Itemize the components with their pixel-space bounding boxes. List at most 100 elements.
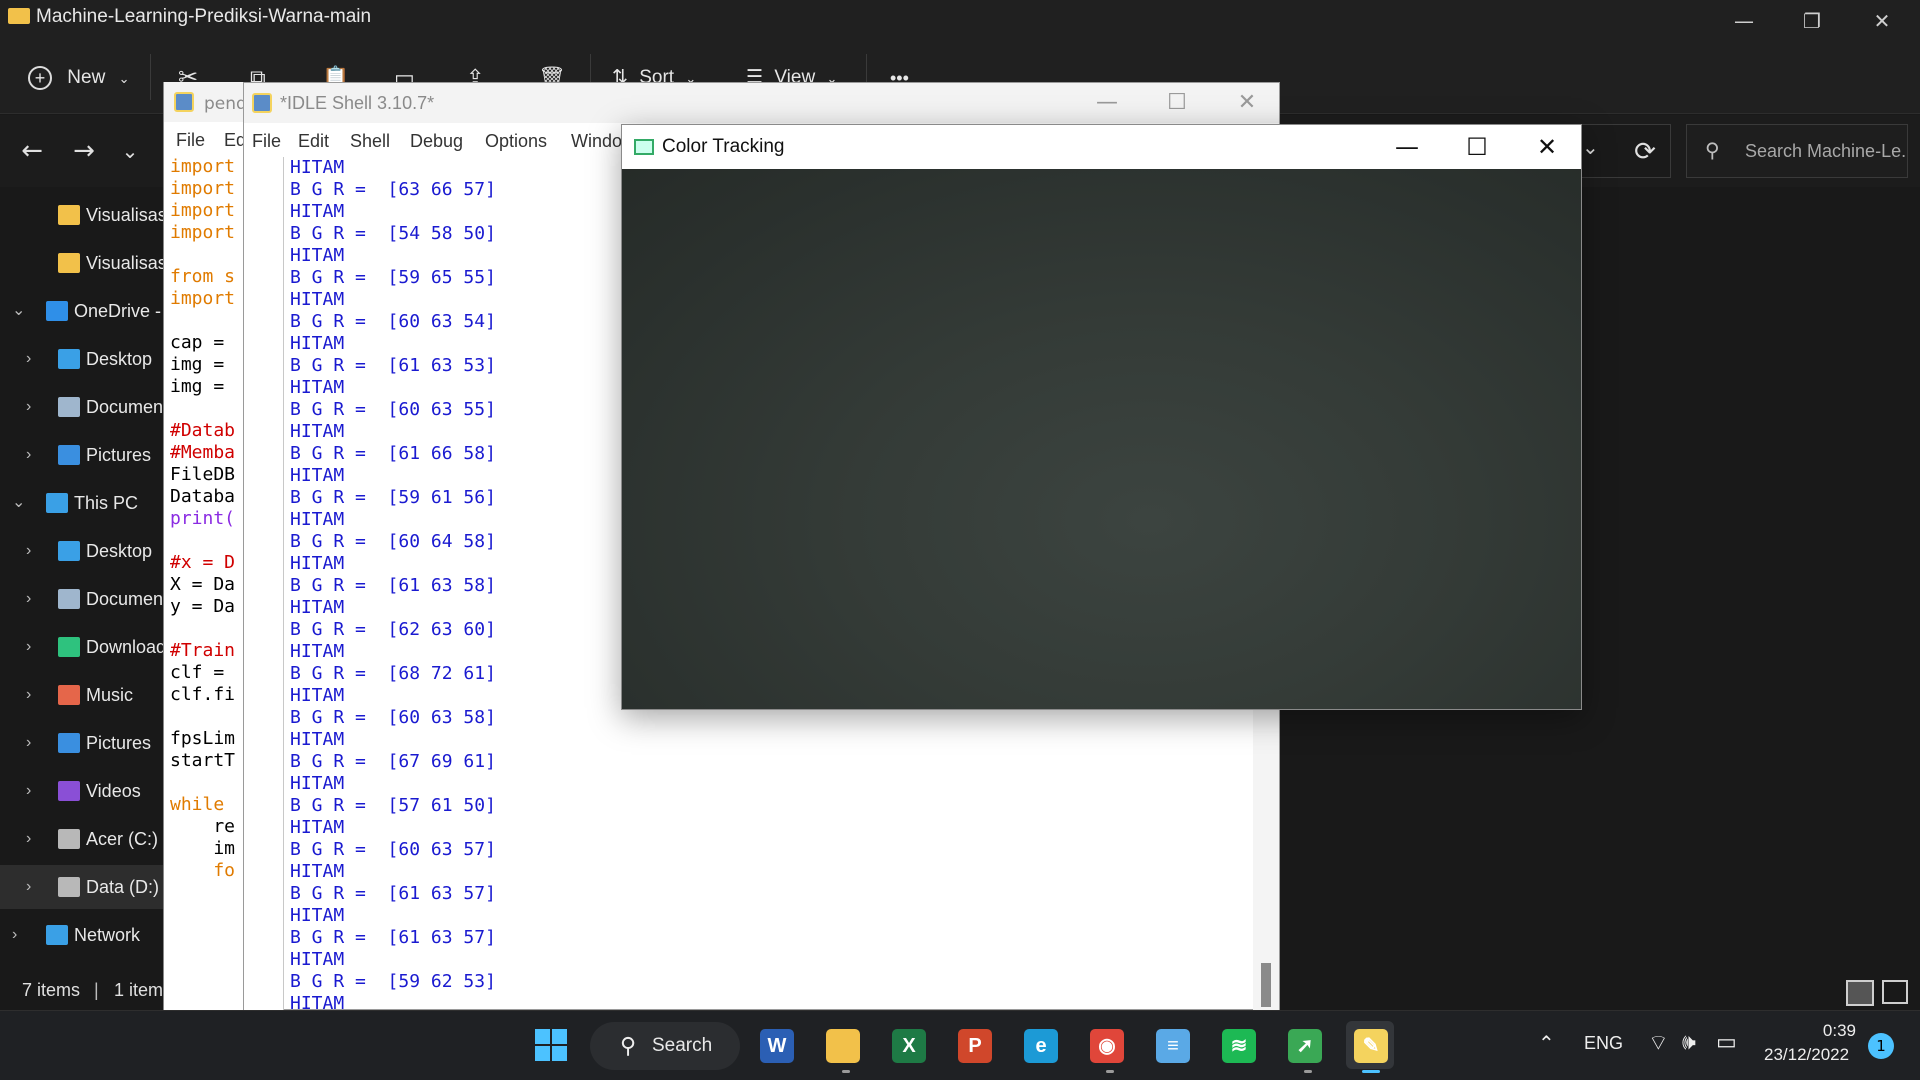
close-button[interactable]: ✕ [1512,125,1582,169]
sidebar-item-visualisasi[interactable]: Visualisasi [0,241,165,285]
sidebar-item-desktop[interactable]: › Desktop [0,337,165,381]
chevron-down-icon: ⌄ [118,71,130,86]
sidebar-item-this-pc[interactable]: ⌄ This PC [0,481,165,525]
camera-frame [622,169,1581,709]
shell-menu-debug[interactable]: Debug [410,131,463,152]
chevron-right-icon[interactable]: › [26,673,31,717]
sidebar-item-visualisasi[interactable]: Visualisasi [0,193,165,237]
shell-menu-options[interactable]: Options [485,131,547,152]
word-app-icon[interactable]: W [752,1021,800,1069]
taskbar-search-button[interactable]: ⚲ Search [590,1022,740,1070]
bgr-prefix: B G R = [290,575,366,596]
sidebar-item-label: Pictures [86,445,152,465]
app-glyph: W [760,1029,794,1063]
chevron-right-icon[interactable]: › [26,385,31,429]
maximize-button[interactable]: ☐ [1442,125,1512,169]
bgr-value: [60 63 54] [387,311,496,332]
running-indicator [1362,1070,1380,1073]
clock-date[interactable]: 23/12/2022 [1764,1045,1849,1065]
sidebar-item-desktop[interactable]: › Desktop [0,529,165,573]
chevron-right-icon[interactable]: › [12,913,17,957]
shell-menu-shell[interactable]: Shell [350,131,390,152]
minimize-button[interactable]: — [1714,2,1774,40]
sidebar-item-videos[interactable]: › Videos [0,769,165,813]
minimize-button[interactable]: — [1072,83,1142,123]
minimize-button[interactable]: — [1372,125,1442,169]
input-language[interactable]: ENG [1584,1033,1623,1054]
large-icons-view-icon[interactable] [1882,980,1908,1004]
edge-app-icon[interactable]: e [1016,1021,1064,1069]
editor-code-area[interactable]: import import import import from s import cap … [170,156,244,882]
forward-arrow-icon[interactable]: → [66,133,102,169]
bgr-prefix: B G R = [290,399,366,420]
shell-output-line: B G R = [61 63 57] [290,883,1250,905]
shell-menu-window[interactable]: Windo [571,131,622,152]
bgr-value: [62 63 60] [387,619,496,640]
chevron-right-icon[interactable]: › [26,577,31,621]
app-glyph: P [958,1029,992,1063]
file-explorer-app-icon[interactable] [818,1021,866,1069]
bgr-prefix: B G R = [290,531,366,552]
notification-badge[interactable]: 1 [1868,1033,1894,1059]
sidebar-item-downloads[interactable]: › Downloads [0,625,165,669]
sidebar-item-label: Visualisasi [86,205,165,225]
volume-icon[interactable]: 🕪 [1682,1029,1696,1055]
chevron-down-icon[interactable]: ⌄ [12,289,25,333]
recent-locations-chevron-icon[interactable]: ⌄ [112,133,148,169]
show-hidden-icons-chevron-icon[interactable]: ⌃ [1538,1031,1555,1056]
sidebar-item-music[interactable]: › Music [0,673,165,717]
wifi-icon[interactable]: ⌔ [1648,1029,1669,1057]
chevron-right-icon[interactable]: › [26,529,31,573]
search-input[interactable]: ⚲ Search Machine-Le... [1686,124,1908,178]
chevron-right-icon[interactable]: › [26,865,31,909]
sidebar-item-data-d[interactable]: › Data (D:) [0,865,165,909]
chevron-right-icon[interactable]: › [26,625,31,669]
chevron-right-icon[interactable]: › [26,433,31,477]
videos-icon [58,781,80,801]
sidebar-item-acer-c[interactable]: › Acer (C:) [0,817,165,861]
chevron-right-icon[interactable]: › [26,721,31,765]
details-view-icon[interactable] [1846,980,1874,1006]
sidebar-item-pictures[interactable]: › Pictures [0,433,165,477]
sidebar-item-label: Data (D:) [86,877,160,897]
sidebar-item-pictures[interactable]: › Pictures [0,721,165,765]
sidebar-item-documents[interactable]: › Documents [0,577,165,621]
internet-download-manager-app-icon[interactable]: ➚ [1280,1021,1328,1069]
close-button[interactable]: ✕ [1852,2,1912,40]
new-button[interactable]: + New ⌄ [28,60,129,96]
notepad-app-icon[interactable]: ≡ [1148,1021,1196,1069]
sidebar-item-onedrive[interactable]: ⌄ OneDrive - [0,289,165,333]
chevron-down-icon[interactable]: ⌄ [12,481,25,525]
start-button[interactable] [527,1021,575,1069]
powerpoint-app-icon[interactable]: P [950,1021,998,1069]
bgr-value: [59 65 55] [387,267,496,288]
chevron-right-icon[interactable]: › [26,817,31,861]
chevron-down-icon: ⌄ [1582,135,1599,159]
sidebar-item-documents[interactable]: › Documents [0,385,165,429]
close-button[interactable]: ✕ [1212,83,1282,123]
code-line: FileDB [170,464,236,485]
shell-output-label: HITAM [290,861,345,882]
sidebar-item-network[interactable]: › Network [0,913,165,957]
back-arrow-icon[interactable]: ← [14,133,50,169]
chrome-app-icon[interactable]: ◉ [1082,1021,1130,1069]
python-idle-app-icon[interactable]: ✎ [1346,1021,1394,1069]
battery-icon[interactable]: ▭ [1716,1029,1737,1055]
clock-time[interactable]: 0:39 [1808,1021,1856,1041]
chevron-right-icon[interactable]: › [26,769,31,813]
restore-button[interactable]: ❐ [1782,2,1842,40]
spotify-app-icon[interactable]: ≋ [1214,1021,1262,1069]
music-icon [58,685,80,705]
editor-menu-file[interactable]: File [176,130,205,151]
shell-menu-file[interactable]: File [252,131,281,152]
chevron-right-icon[interactable]: › [26,337,31,381]
editor-menubar: File Ed [164,122,246,158]
shell-menu-edit[interactable]: Edit [298,131,329,152]
excel-app-icon[interactable]: X [884,1021,932,1069]
bgr-prefix: B G R = [290,971,366,992]
maximize-button[interactable]: ☐ [1142,83,1212,123]
refresh-icon[interactable]: ⟳ [1620,130,1670,174]
shell-output-label: HITAM [290,773,345,794]
scrollbar-thumb[interactable] [1261,963,1271,1007]
